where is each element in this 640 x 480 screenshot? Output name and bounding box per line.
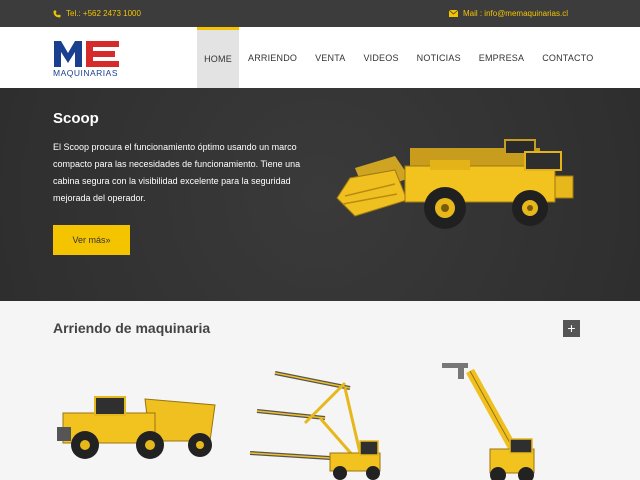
main-navbar: MAQUINARIAS HOME ARRIENDO VENTA VIDEOS N…: [0, 27, 640, 88]
hero-title: Scoop: [53, 110, 99, 127]
nav-empresa[interactable]: EMPRESA: [470, 27, 533, 88]
scoop-loader-image: [336, 139, 574, 229]
nav-venta[interactable]: VENTA: [306, 27, 354, 88]
envelope-icon: [448, 10, 458, 17]
nav-videos[interactable]: VIDEOS: [354, 27, 407, 88]
nav-arriendo[interactable]: ARRIENDO: [239, 27, 306, 88]
card-telehandler[interactable]: [440, 361, 540, 480]
ver-mas-button[interactable]: Ver más»: [53, 225, 130, 255]
card-drill-rig[interactable]: [245, 363, 390, 480]
mail-contact[interactable]: Mail : info@memaquinarias.cl: [448, 9, 568, 18]
expand-plus-button[interactable]: +: [563, 320, 580, 337]
rental-section: Arriendo de maquinaria +: [0, 301, 640, 480]
mail-text: Mail : info@memaquinarias.cl: [462, 9, 568, 18]
nav-noticias[interactable]: NOTICIAS: [408, 27, 470, 88]
card-dump-truck[interactable]: [55, 361, 220, 461]
nav-home[interactable]: HOME: [197, 27, 239, 88]
main-nav: HOME ARRIENDO VENTA VIDEOS NOTICIAS EMPR…: [197, 27, 602, 88]
phone-text: Tel.: +562 2473 1000: [66, 9, 141, 18]
phone-icon: [53, 10, 61, 17]
phone-contact[interactable]: Tel.: +562 2473 1000: [53, 9, 141, 18]
hero-description: El Scoop procura el funcionamiento óptim…: [53, 142, 301, 203]
section-title: Arriendo de maquinaria: [53, 320, 211, 336]
logo-text: MAQUINARIAS: [53, 68, 119, 78]
hero-banner: Scoop El Scoop procura el funcionamiento…: [0, 88, 640, 301]
top-bar: Tel.: +562 2473 1000 Mail : info@memaqui…: [0, 0, 640, 27]
nav-contacto[interactable]: CONTACTO: [533, 27, 602, 88]
